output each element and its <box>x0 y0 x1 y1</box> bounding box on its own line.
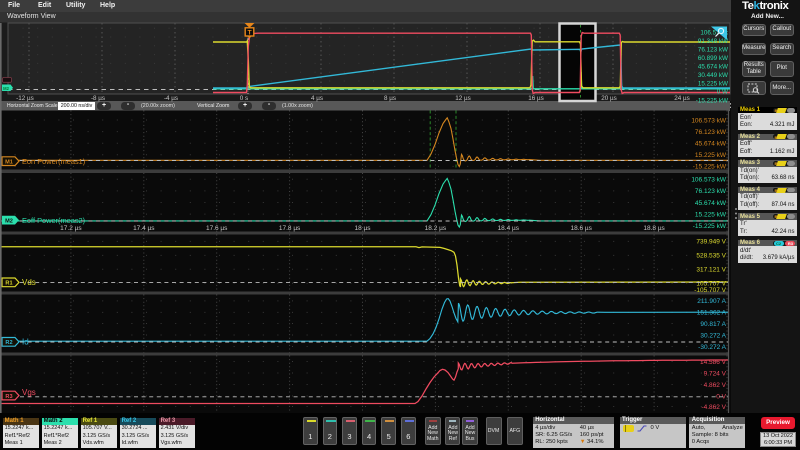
svg-text:18.2 µs: 18.2 µs <box>425 225 447 232</box>
svg-text:-105.707 V: -105.707 V <box>694 287 726 294</box>
svg-text:4.862 V: 4.862 V <box>704 382 727 389</box>
svg-text:45.674 kW: 45.674 kW <box>695 200 727 207</box>
svg-text:45.674 kW: 45.674 kW <box>695 141 727 148</box>
svg-text:20 µs: 20 µs <box>601 95 617 102</box>
svg-text:-15.225 kW: -15.225 kW <box>693 164 727 171</box>
svg-text:18.8 µs: 18.8 µs <box>643 225 665 232</box>
svg-text:17.2 µs: 17.2 µs <box>60 225 82 232</box>
svg-text:M2: M2 <box>3 86 9 91</box>
svg-text:106.573 kW: 106.573 kW <box>691 117 727 124</box>
svg-text:60.899 kW: 60.899 kW <box>698 55 728 62</box>
svg-text:76.123 kW: 76.123 kW <box>698 47 728 54</box>
svg-text:-15.225 kW: -15.225 kW <box>696 98 728 105</box>
svg-text:16 µs: 16 µs <box>528 95 544 102</box>
svg-text:M1: M1 <box>5 159 13 165</box>
svg-text:18.4 µs: 18.4 µs <box>498 225 520 232</box>
svg-text:24 µs: 24 µs <box>674 95 690 102</box>
svg-text:R1: R1 <box>5 281 12 287</box>
svg-text:-4 µs: -4 µs <box>164 95 178 102</box>
svg-text:9.724 V: 9.724 V <box>704 370 727 377</box>
svg-text:15.225 kW: 15.225 kW <box>695 211 727 218</box>
svg-text:211.907 A: 211.907 A <box>697 298 726 305</box>
svg-text:-12 µs: -12 µs <box>16 95 34 102</box>
svg-text:17.4 µs: 17.4 µs <box>133 225 155 232</box>
svg-text:15.225 kW: 15.225 kW <box>695 152 727 159</box>
svg-text:8 µs: 8 µs <box>384 95 396 102</box>
svg-text:4 µs: 4 µs <box>311 95 323 102</box>
svg-text:-15.225 kW: -15.225 kW <box>693 223 727 230</box>
svg-text:0 s: 0 s <box>240 95 248 102</box>
svg-text:Eon Power(meas1): Eon Power(meas1) <box>22 157 85 166</box>
svg-text:Eoff Power(meas2): Eoff Power(meas2) <box>22 216 85 225</box>
svg-text:Vgs: Vgs <box>22 388 36 397</box>
svg-text:-30.272 A: -30.272 A <box>698 344 726 351</box>
svg-text:30.449 kW: 30.449 kW <box>698 72 728 79</box>
svg-text:-8 µs: -8 µs <box>91 95 105 102</box>
svg-text:106.573 kW: 106.573 kW <box>691 177 727 184</box>
svg-text:45.674 kW: 45.674 kW <box>698 64 728 71</box>
svg-text:M2: M2 <box>5 218 13 224</box>
svg-text:Id: Id <box>22 338 29 347</box>
svg-text:76.123 kW: 76.123 kW <box>695 188 727 195</box>
svg-text:76.123 kW: 76.123 kW <box>695 129 727 136</box>
svg-text:15.225 kW: 15.225 kW <box>698 81 728 88</box>
svg-text:151.362 A: 151.362 A <box>697 310 727 317</box>
svg-text:17.8 µs: 17.8 µs <box>279 225 301 232</box>
svg-text:90.817 A: 90.817 A <box>700 321 726 328</box>
svg-text:18 µs: 18 µs <box>354 225 371 232</box>
svg-text:739.949 V: 739.949 V <box>696 239 726 246</box>
svg-text:91.348 kW: 91.348 kW <box>698 38 728 45</box>
svg-text:17.6 µs: 17.6 µs <box>206 225 228 232</box>
svg-text:-4.862 V: -4.862 V <box>701 404 726 411</box>
svg-text:R2: R2 <box>5 340 12 346</box>
svg-text:0 W: 0 W <box>717 88 728 95</box>
svg-text:528.535 V: 528.535 V <box>696 253 726 260</box>
svg-text:18.6 µs: 18.6 µs <box>570 225 592 232</box>
svg-text:R3: R3 <box>5 394 12 400</box>
svg-text:317.121 V: 317.121 V <box>696 267 726 274</box>
svg-text:30.272 A: 30.272 A <box>700 332 726 339</box>
svg-text:12 µs: 12 µs <box>455 95 471 102</box>
svg-text:Vds: Vds <box>22 278 36 287</box>
